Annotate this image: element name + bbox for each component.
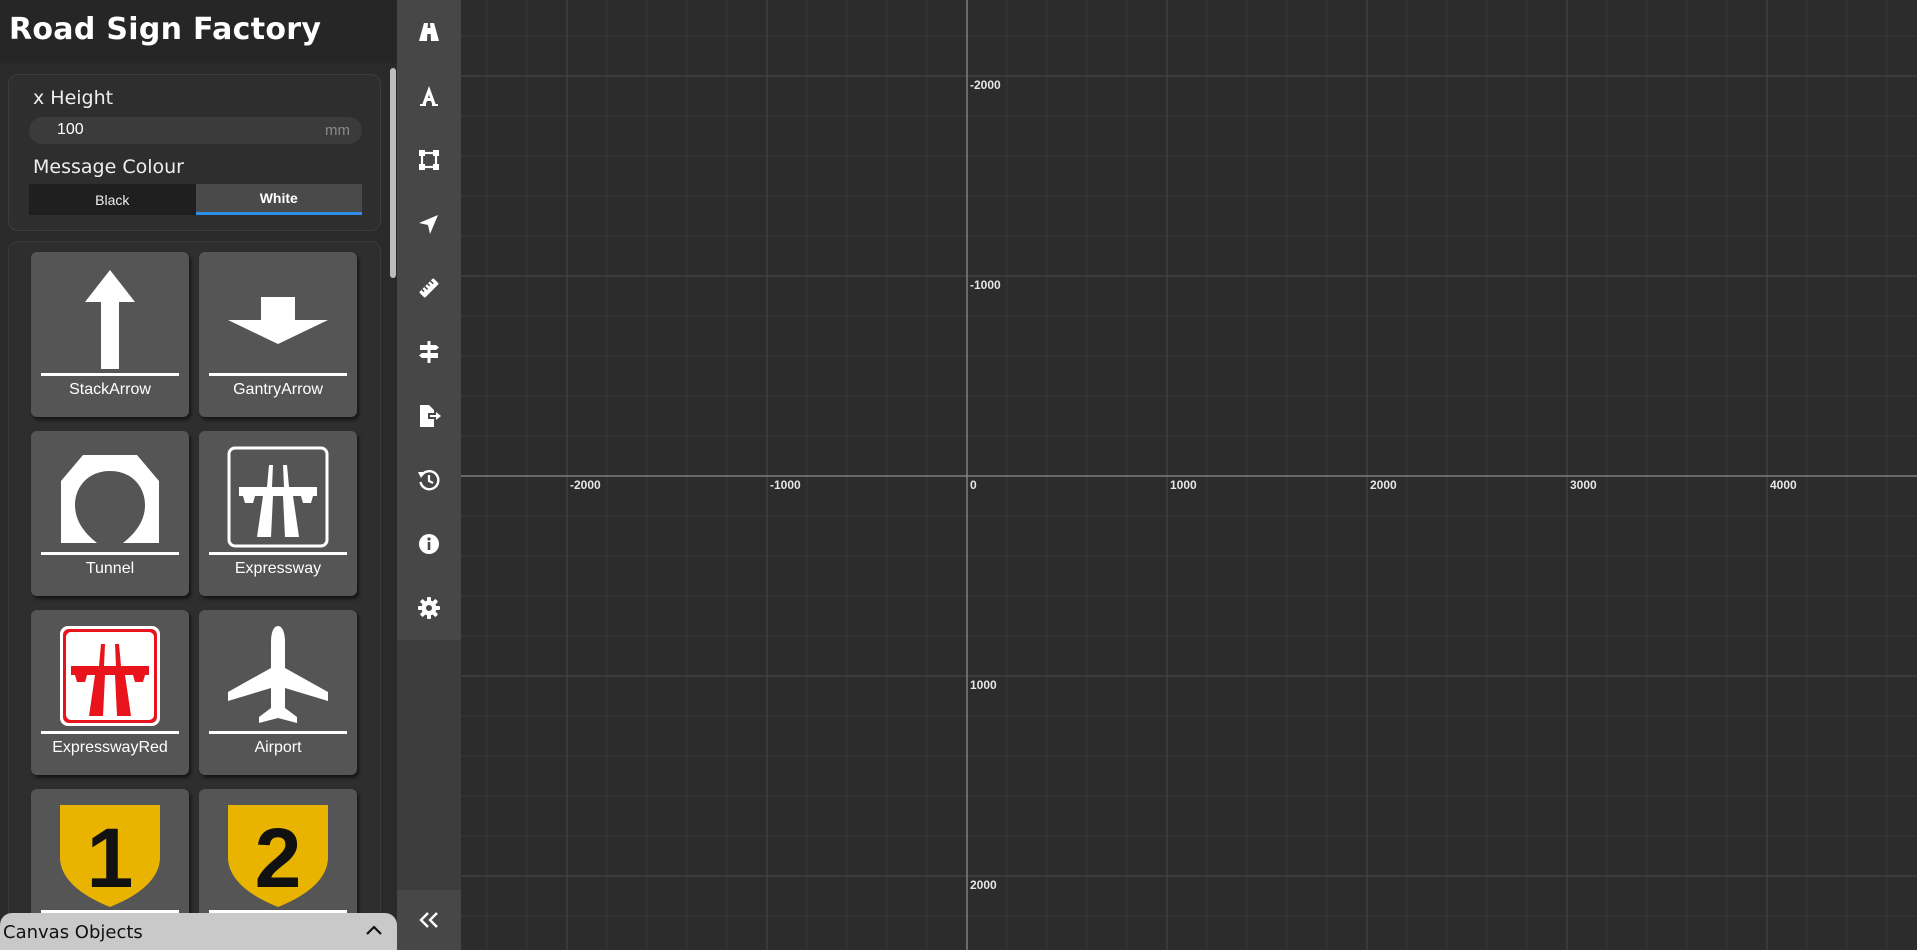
message-colour-toggle: Black White bbox=[29, 184, 362, 215]
chevron-up-icon[interactable] bbox=[365, 923, 383, 937]
tool-text-button[interactable] bbox=[397, 64, 461, 128]
tile-underline bbox=[41, 552, 179, 555]
library-tile-airport[interactable]: Airport bbox=[199, 610, 357, 775]
y-tick-label: -2000 bbox=[970, 78, 1001, 92]
expressway-icon bbox=[227, 446, 329, 548]
direction-arrow-icon bbox=[419, 215, 438, 234]
gear-icon bbox=[418, 597, 440, 619]
sidebar-scrollbar[interactable] bbox=[390, 68, 396, 278]
tile-label: StackArrow bbox=[69, 381, 151, 398]
x-tick-label: 0 bbox=[970, 478, 977, 492]
sidebar: Road Sign Factory x Height 100 mm Messag… bbox=[0, 0, 397, 950]
library-tile-route-shield-2[interactable]: 2 bbox=[199, 789, 357, 930]
tile-underline bbox=[209, 373, 347, 376]
x-height-input[interactable]: 100 mm bbox=[29, 117, 362, 144]
tool-shape-button[interactable] bbox=[397, 128, 461, 192]
route-shield-number: 1 bbox=[87, 811, 134, 905]
signpost-icon bbox=[419, 341, 439, 363]
x-tick-label: 4000 bbox=[1770, 478, 1797, 492]
route-shield-1-icon: 1 bbox=[60, 805, 160, 907]
settings-card: x Height 100 mm Message Colour Black Whi… bbox=[8, 74, 381, 231]
library-tile-route-shield-1[interactable]: 1 bbox=[31, 789, 189, 930]
tool-settings-button[interactable] bbox=[397, 576, 461, 640]
colour-black-button[interactable]: Black bbox=[29, 184, 196, 215]
tunnel-icon bbox=[61, 455, 159, 543]
canvas-objects-panel[interactable]: Canvas Objects bbox=[0, 913, 397, 950]
tile-underline bbox=[209, 731, 347, 734]
x-tick-label: 3000 bbox=[1570, 478, 1597, 492]
tile-underline bbox=[209, 552, 347, 555]
tool-ruler-button[interactable] bbox=[397, 256, 461, 320]
double-chevron-left-icon bbox=[419, 912, 438, 928]
tool-history-button[interactable] bbox=[397, 448, 461, 512]
gantry-arrow-icon bbox=[228, 297, 328, 344]
tile-label: GantryArrow bbox=[233, 381, 323, 398]
y-tick-label: 1000 bbox=[970, 678, 997, 692]
tile-underline bbox=[41, 731, 179, 734]
toolbar bbox=[397, 0, 461, 950]
x-height-unit: mm bbox=[325, 122, 350, 139]
x-tick-label: -2000 bbox=[570, 478, 601, 492]
shape-icon bbox=[419, 150, 439, 170]
x-tick-label: -1000 bbox=[770, 478, 801, 492]
tile-label: Airport bbox=[254, 739, 302, 756]
design-canvas[interactable]: -2000 -1000 0 1000 2000 3000 4000 -2000 -1000 100… bbox=[461, 0, 1917, 950]
airplane-icon bbox=[228, 626, 328, 723]
canvas-background bbox=[461, 0, 1917, 950]
tile-underline bbox=[41, 373, 179, 376]
colour-white-button[interactable]: White bbox=[195, 184, 362, 215]
expressway-red-icon bbox=[60, 626, 160, 726]
tile-label: ExpresswayRed bbox=[52, 739, 168, 756]
library-tile-tunnel[interactable]: Tunnel bbox=[31, 431, 189, 596]
tool-info-button[interactable] bbox=[397, 512, 461, 576]
tool-road-button[interactable] bbox=[397, 0, 461, 64]
x-height-value[interactable]: 100 bbox=[57, 121, 84, 139]
tool-direction-button[interactable] bbox=[397, 192, 461, 256]
stack-arrow-icon bbox=[85, 270, 135, 369]
library-tile-gantry-arrow[interactable]: GantryArrow bbox=[199, 252, 357, 417]
export-icon bbox=[420, 405, 441, 427]
library-tile-stack-arrow[interactable]: StackArrow bbox=[31, 252, 189, 417]
tool-signpost-button[interactable] bbox=[397, 320, 461, 384]
route-shield-2-icon: 2 bbox=[228, 805, 328, 907]
library-tile-expressway[interactable]: Expressway bbox=[199, 431, 357, 596]
y-tick-label: -1000 bbox=[970, 278, 1001, 292]
x-tick-label: 2000 bbox=[1370, 478, 1397, 492]
collapse-sidebar-button[interactable] bbox=[397, 890, 461, 950]
message-colour-label: Message Colour bbox=[33, 156, 184, 178]
y-tick-label: 2000 bbox=[970, 878, 997, 892]
ruler-icon bbox=[419, 278, 439, 298]
x-height-label: x Height bbox=[33, 87, 114, 109]
x-tick-label: 1000 bbox=[1170, 478, 1197, 492]
canvas-grid: -2000 -1000 0 1000 2000 3000 4000 -2000 -1000 100… bbox=[461, 0, 1917, 950]
app-title: Road Sign Factory bbox=[0, 0, 397, 63]
canvas-objects-label: Canvas Objects bbox=[3, 922, 143, 943]
route-shield-number: 2 bbox=[255, 811, 302, 905]
library-tile-expressway-red[interactable]: ExpresswayRed bbox=[31, 610, 189, 775]
history-icon bbox=[418, 470, 440, 491]
text-icon bbox=[420, 86, 438, 106]
tool-export-button[interactable] bbox=[397, 384, 461, 448]
tile-label: Expressway bbox=[234, 560, 322, 577]
tile-label: Tunnel bbox=[85, 560, 135, 577]
sign-library: StackArrow GantryArrow Tunnel Expressway… bbox=[8, 241, 381, 931]
road-icon bbox=[419, 23, 439, 41]
info-icon bbox=[419, 534, 439, 554]
